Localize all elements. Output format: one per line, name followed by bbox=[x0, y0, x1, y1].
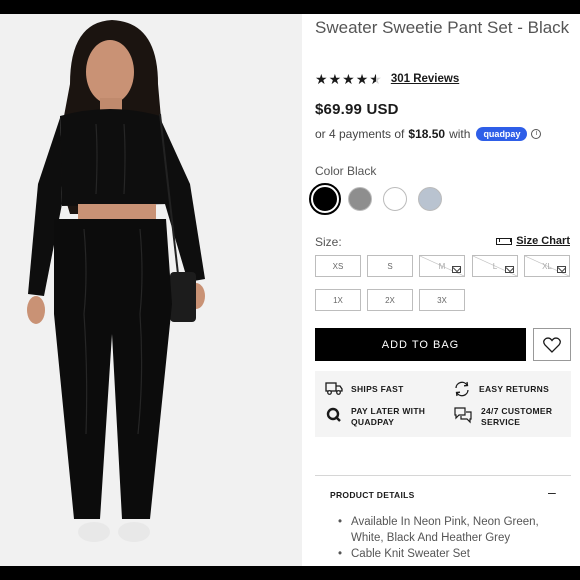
size-option-label: L bbox=[492, 261, 498, 271]
installments-row: or 4 payments of $18.50 with quadpay i bbox=[315, 127, 542, 141]
star-icon: ★ bbox=[342, 71, 355, 87]
info-icon[interactable]: i bbox=[531, 129, 542, 139]
size-option-label: 2X bbox=[385, 295, 395, 305]
half-star-icon: ★ bbox=[369, 71, 382, 87]
swatch-grey[interactable] bbox=[348, 187, 372, 211]
product-title: Sweater Sweetie Pant Set - Black bbox=[315, 18, 570, 37]
bottom-black-bar bbox=[0, 566, 580, 580]
perk-label-line: PAY LATER WITH bbox=[351, 406, 426, 416]
ruler-icon bbox=[496, 237, 513, 245]
size-option-xs[interactable]: XS bbox=[315, 255, 361, 277]
star-icon: ★ bbox=[315, 71, 328, 87]
perk-label: SHIPS FAST bbox=[351, 384, 404, 394]
size-option-label: S bbox=[387, 261, 393, 271]
size-option-label: XS bbox=[332, 261, 344, 271]
heart-icon bbox=[543, 336, 561, 353]
size-chart-label: Size Chart bbox=[516, 235, 570, 247]
quadpay-q-icon bbox=[326, 407, 341, 422]
list-item: Cable Knit Sweater Set bbox=[338, 546, 558, 562]
size-option-xl[interactable]: XL bbox=[524, 255, 570, 277]
product-details-heading[interactable]: PRODUCT DETAILS bbox=[330, 490, 415, 500]
size-option-label: M bbox=[438, 261, 446, 271]
installment-amount: $18.50 bbox=[408, 127, 446, 141]
swatch-heather-grey[interactable] bbox=[418, 187, 442, 211]
size-option-3x[interactable]: 3X bbox=[419, 289, 465, 311]
perk-pay-later: PAY LATER WITH QUADPAY bbox=[325, 406, 425, 428]
size-option-m[interactable]: M bbox=[419, 255, 465, 277]
star-icon: ★ bbox=[328, 71, 342, 87]
size-option-label: 3X bbox=[437, 295, 447, 305]
color-label: Color Black bbox=[315, 164, 377, 178]
perk-ships-fast: SHIPS FAST bbox=[325, 381, 404, 395]
section-divider bbox=[315, 475, 571, 476]
size-option-1x[interactable]: 1X bbox=[315, 289, 361, 311]
perk-label: PAY LATER WITH QUADPAY bbox=[351, 406, 425, 428]
model-photo-illustration bbox=[0, 14, 302, 566]
mail-icon bbox=[557, 266, 566, 273]
installments-suffix: with bbox=[449, 127, 471, 141]
size-option-s[interactable]: S bbox=[367, 255, 413, 277]
size-option-l[interactable]: L bbox=[472, 255, 518, 277]
star-icon: ★ bbox=[355, 71, 369, 87]
add-to-bag-button[interactable]: ADD TO BAG bbox=[315, 328, 526, 361]
swatch-black[interactable] bbox=[309, 183, 341, 215]
perk-label-line: 24/7 CUSTOMER bbox=[481, 406, 553, 416]
returns-icon bbox=[455, 381, 469, 397]
perk-label: EASY RETURNS bbox=[479, 384, 550, 394]
product-price: $69.99 USD bbox=[315, 101, 399, 118]
star-rating: ★ ★ ★ ★ ★ bbox=[315, 72, 382, 86]
size-label: Size: bbox=[315, 235, 342, 249]
size-option-2x[interactable]: 2X bbox=[367, 289, 413, 311]
color-swatches bbox=[309, 183, 442, 215]
quadpay-logo[interactable]: quadpay bbox=[476, 127, 528, 141]
size-option-label: XL bbox=[542, 261, 552, 271]
product-info-panel: Sweater Sweetie Pant Set - Black ★ ★ ★ ★… bbox=[302, 14, 580, 566]
perk-customer-service: 24/7 CUSTOMER SERVICE bbox=[453, 406, 552, 428]
collapse-toggle[interactable]: – bbox=[548, 484, 556, 500]
product-image[interactable] bbox=[0, 14, 302, 566]
truck-icon bbox=[325, 382, 343, 395]
wishlist-button[interactable] bbox=[533, 328, 571, 361]
installments-prefix: or 4 payments of bbox=[315, 127, 405, 141]
size-option-label: 1X bbox=[333, 295, 343, 305]
size-chart-link[interactable]: Size Chart bbox=[496, 235, 570, 247]
swatch-white[interactable] bbox=[383, 187, 407, 211]
perk-label-line: QUADPAY bbox=[351, 417, 395, 427]
perks-panel: SHIPS FAST EASY RETURNS PAY LATER WITH Q… bbox=[315, 371, 571, 437]
rating-row[interactable]: ★ ★ ★ ★ ★ 301 Reviews bbox=[315, 72, 459, 86]
perk-label-line: SERVICE bbox=[481, 417, 521, 427]
product-details-list: Available In Neon Pink, Neon Green, Whit… bbox=[338, 514, 558, 562]
mail-icon bbox=[505, 266, 514, 273]
top-black-bar bbox=[0, 0, 580, 14]
perk-label: 24/7 CUSTOMER SERVICE bbox=[481, 406, 552, 428]
list-item: Available In Neon Pink, Neon Green, Whit… bbox=[338, 514, 558, 546]
mail-icon bbox=[452, 266, 461, 273]
reviews-link[interactable]: 301 Reviews bbox=[391, 73, 459, 85]
chat-icon bbox=[454, 407, 472, 424]
perk-easy-returns: EASY RETURNS bbox=[453, 381, 549, 397]
